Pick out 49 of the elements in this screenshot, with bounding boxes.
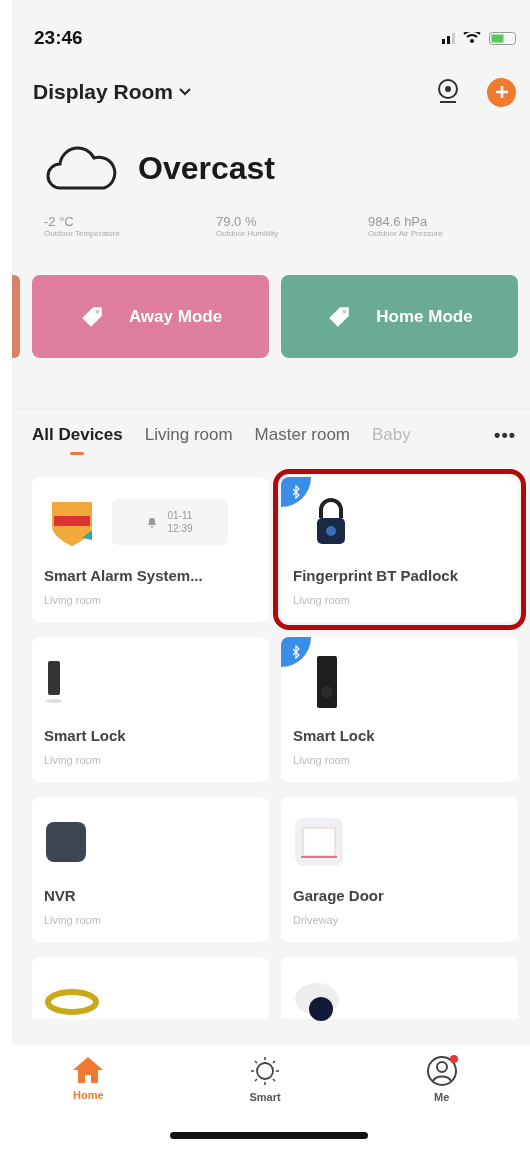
device-name: Garage Door: [293, 887, 385, 904]
chevron-down-icon: [179, 88, 192, 96]
more-button[interactable]: •••: [494, 425, 516, 446]
device-card[interactable]: [281, 957, 518, 1019]
camera-icon[interactable]: [437, 79, 459, 105]
device-card[interactable]: NVR Living room: [32, 797, 269, 942]
nav-tab[interactable]: Me: [419, 1055, 464, 1111]
stat-value: -2 °C: [44, 214, 75, 229]
device-room: Living room: [44, 594, 102, 606]
cloud-icon: [46, 146, 118, 190]
device-room: Living room: [293, 754, 351, 766]
room-tab[interactable]: Living room: [144, 425, 233, 455]
stat-label: Outdoor Humidity: [216, 229, 280, 238]
weather-condition: Overcast: [138, 149, 275, 187]
device-room: Living room: [293, 594, 351, 606]
device-name: Fingerprint BT Padlock: [293, 567, 459, 584]
stat-label: Outdoor Air Pressure: [368, 229, 444, 238]
device-card[interactable]: 01-11 12:39 Smart Alarm System... Living room: [32, 477, 269, 622]
nav-tab[interactable]: Smart: [242, 1055, 288, 1111]
stat-value: 984.6 hPa: [368, 214, 429, 229]
device-room: Driveway: [293, 914, 340, 926]
device-name: Smart Lock: [293, 727, 376, 744]
wifi-icon: [463, 32, 481, 44]
user-icon: [425, 1055, 458, 1087]
plus-icon: [494, 85, 509, 99]
event-date: 01-11: [167, 509, 193, 522]
device-card[interactable]: Smart Lock Living room: [32, 637, 269, 782]
status-time: 23:46: [34, 27, 83, 49]
bluetooth-icon: [292, 645, 300, 659]
signal-icon: [442, 32, 455, 44]
device-room: Living room: [44, 914, 102, 926]
mode-card[interactable]: [12, 275, 20, 358]
device-name: Smart Alarm System...: [44, 567, 204, 584]
stat-value: 79.0 %: [216, 214, 258, 229]
room-selector[interactable]: Display Room: [33, 80, 192, 104]
device-name: NVR: [44, 887, 77, 904]
add-button[interactable]: [487, 77, 516, 107]
battery-icon: [489, 31, 516, 45]
device-card[interactable]: Smart Lock Living room: [281, 637, 518, 782]
device-card[interactable]: Garage Door Driveway: [281, 797, 518, 942]
room-tab[interactable]: Master room: [254, 425, 351, 455]
stat-label: Outdoor Temperature: [44, 229, 121, 238]
device-name: Smart Lock: [44, 727, 127, 744]
bell-icon: [147, 516, 158, 528]
event-time: 12:39: [167, 522, 193, 535]
device-room: Living room: [44, 754, 102, 766]
sun-icon: [248, 1055, 282, 1087]
room-tab[interactable]: All Devices: [32, 425, 123, 455]
bluetooth-icon: [292, 485, 300, 499]
